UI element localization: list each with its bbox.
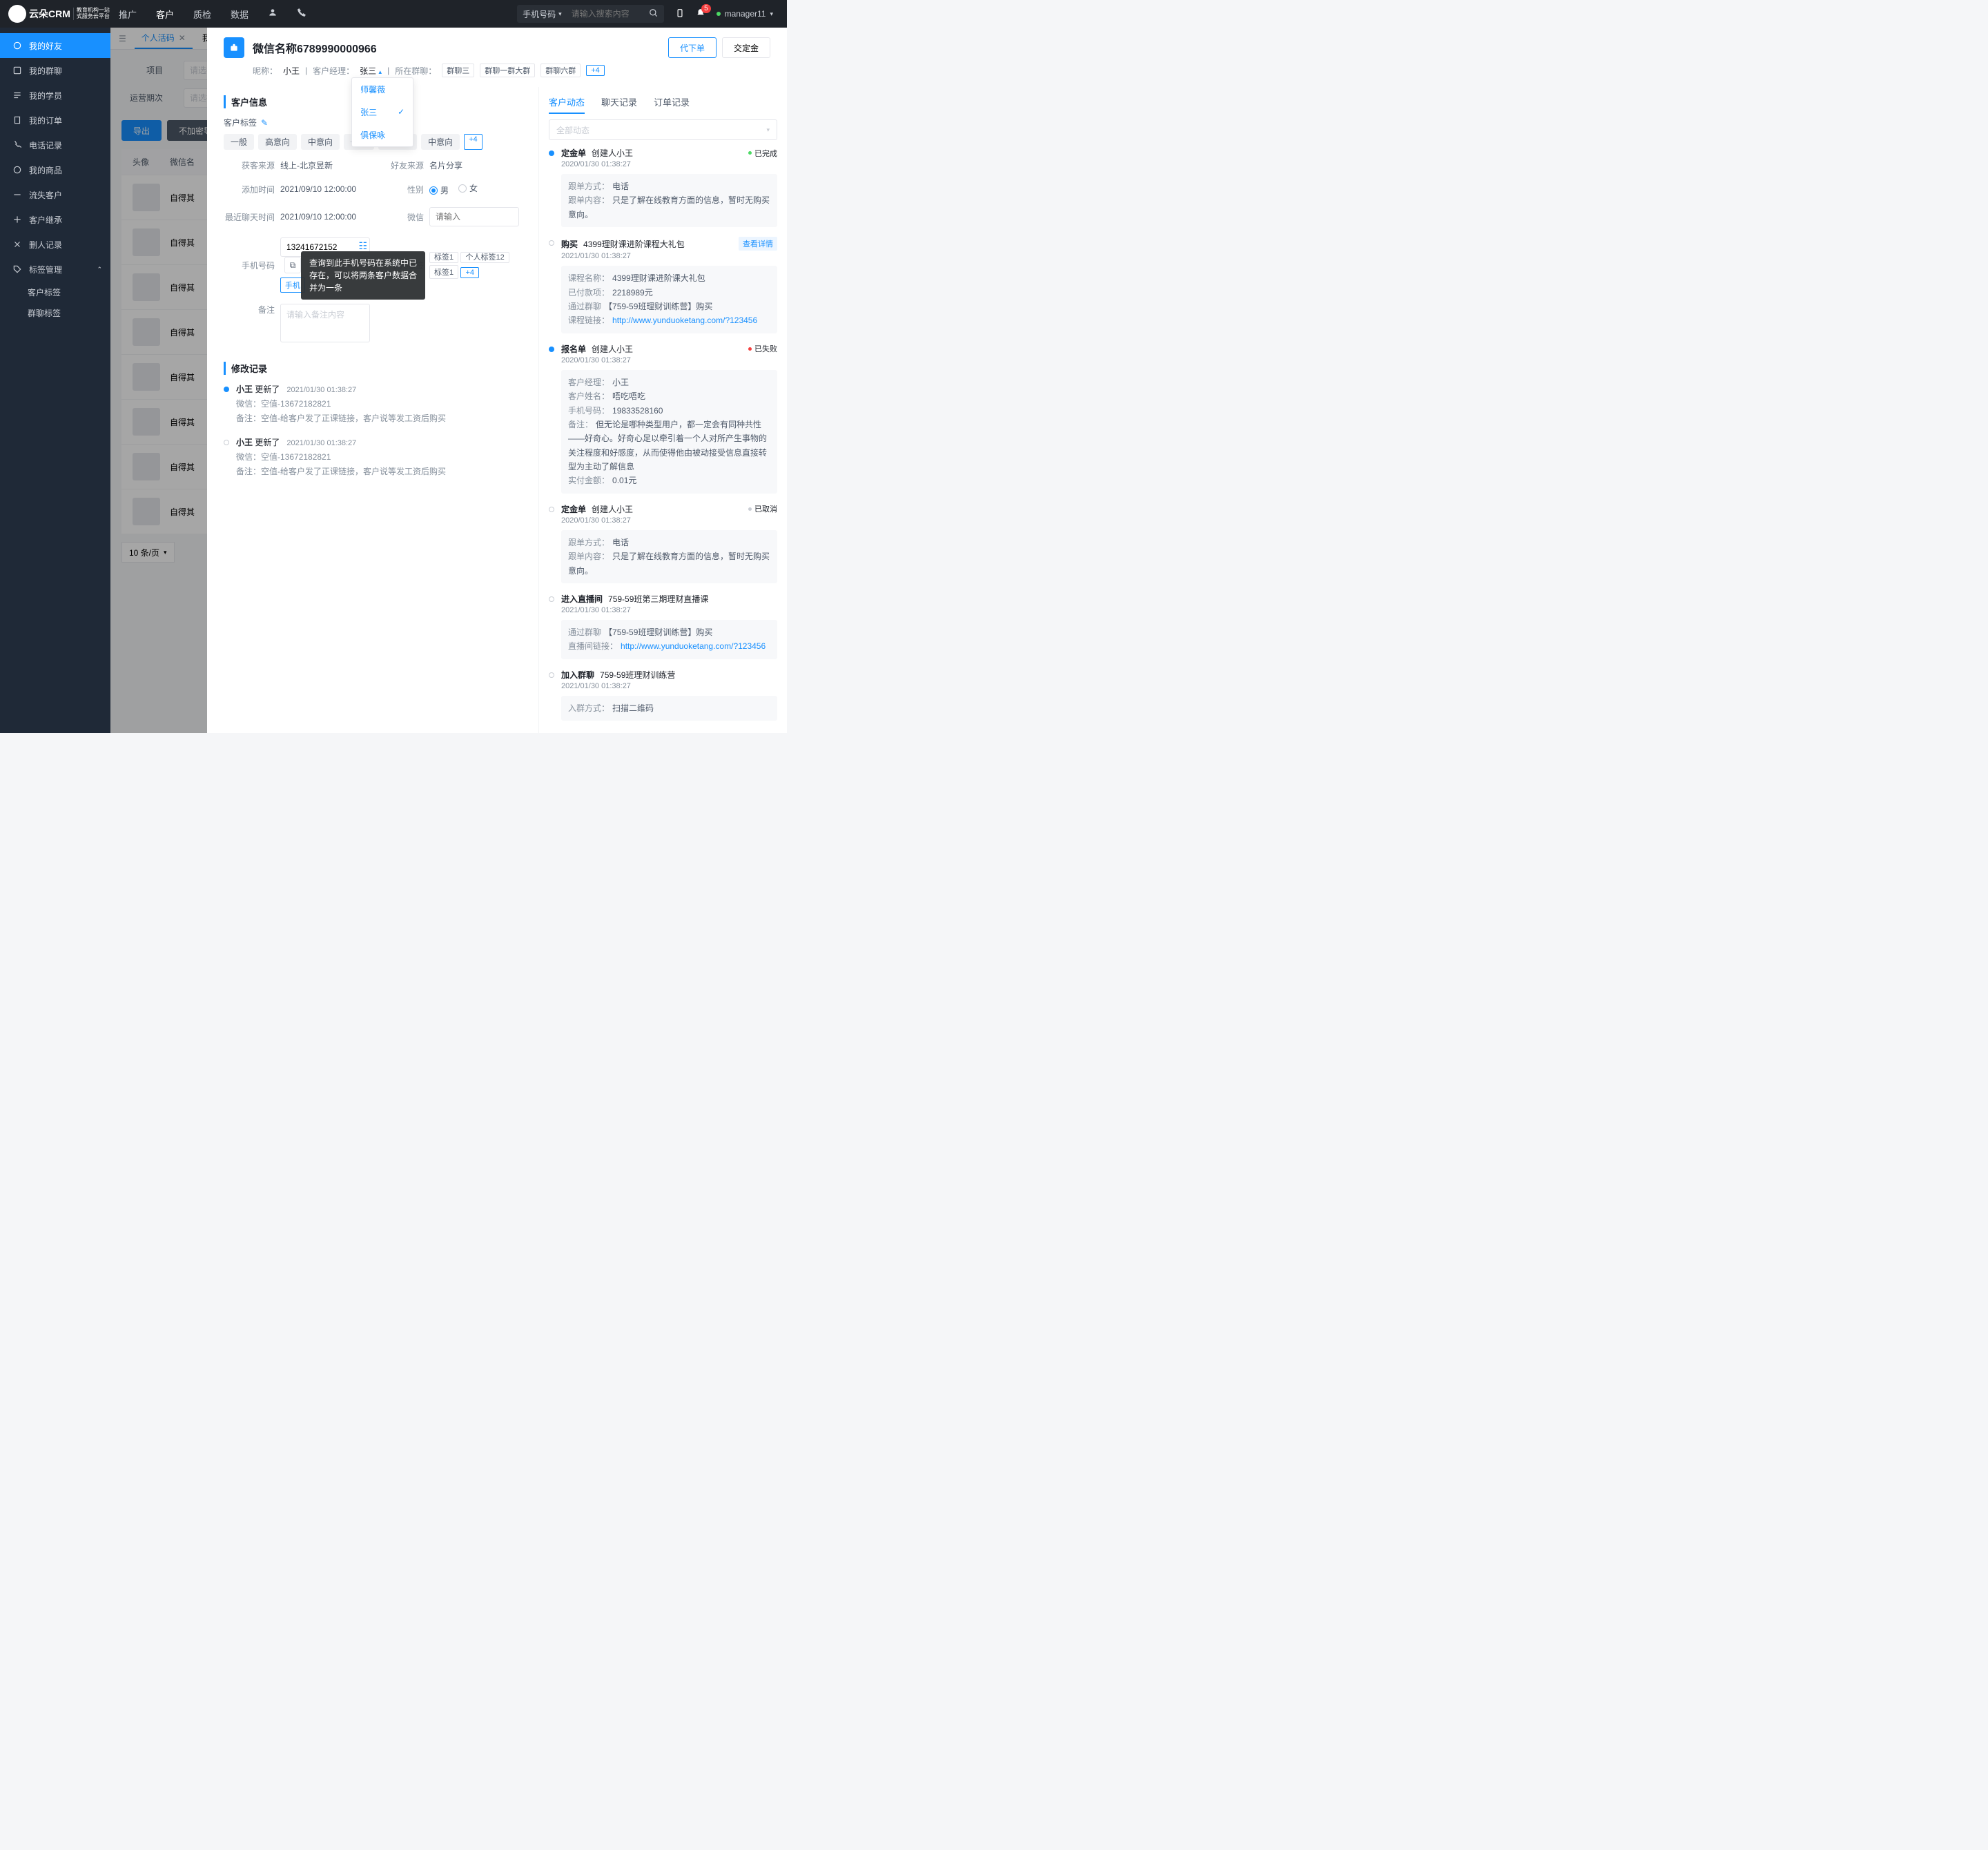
rtab-chat[interactable]: 聊天记录 <box>601 95 637 114</box>
profile-icon <box>224 37 244 58</box>
nav-right: 手机号码▾ 5 manager11▾ <box>517 5 787 23</box>
wechat-input[interactable] <box>429 207 519 226</box>
order-button[interactable]: 代下单 <box>668 37 717 58</box>
tag: 中意向 <box>421 134 460 150</box>
drawer-sub: 昵称：小王| 客户经理： 张三 ▴ 师馨薇 张三✓ 俱保咏 | 所在群聊： 群聊… <box>207 61 787 87</box>
radio-female[interactable]: 女 <box>458 182 478 194</box>
mgr-opt-0[interactable]: 师馨薇 <box>352 78 413 101</box>
nav-promo[interactable]: 推广 <box>119 8 137 21</box>
search-wrap: 手机号码▾ <box>517 5 664 23</box>
manager-popup: 师馨薇 张三✓ 俱保咏 <box>351 77 413 147</box>
remark-input[interactable]: 请输入备注内容 <box>280 304 370 342</box>
side-delete[interactable]: 删人记录 <box>0 232 110 257</box>
side-goods[interactable]: 我的商品 <box>0 157 110 182</box>
mgr-opt-1[interactable]: 张三✓ <box>352 101 413 124</box>
search-icon[interactable] <box>643 8 664 20</box>
rtab-orders[interactable]: 订单记录 <box>654 95 690 114</box>
deposit-button[interactable]: 交定金 <box>722 37 770 58</box>
right-column: 客户动态 聊天记录 订单记录 全部动态▾ 定金单 创建人小王已完成2020/01… <box>538 87 787 733</box>
contacts-icon[interactable]: ☷ <box>358 240 367 252</box>
rtab-activity[interactable]: 客户动态 <box>549 95 585 114</box>
mgr-opt-2[interactable]: 俱保咏 <box>352 124 413 146</box>
tag: 一般 <box>224 134 254 150</box>
user-icon[interactable] <box>268 8 277 21</box>
side-students[interactable]: 我的学员 <box>0 83 110 108</box>
logo-text: 云朵CRM <box>29 7 70 21</box>
edit-icon[interactable]: ✎ <box>261 118 268 128</box>
check-icon: ✓ <box>398 107 405 117</box>
side-inherit[interactable]: 客户继承 <box>0 207 110 232</box>
search-type[interactable]: 手机号码▾ <box>517 8 567 20</box>
copy-icon[interactable]: ⧉ <box>284 257 301 273</box>
side-calls[interactable]: 电话记录 <box>0 133 110 157</box>
side-groups[interactable]: 我的群聊 <box>0 58 110 83</box>
drawer-title: 微信名称6789990000966 <box>253 39 377 56</box>
logo-sub: 教育机构一站式服务云平台 <box>73 8 110 20</box>
right-tabs: 客户动态 聊天记录 订单记录 <box>549 87 777 119</box>
user-menu[interactable]: manager11▾ <box>717 9 773 19</box>
mobile-icon[interactable] <box>675 8 685 20</box>
side-friends[interactable]: 我的好友 <box>0 33 110 58</box>
side-orders[interactable]: 我的订单 <box>0 108 110 133</box>
left-column: 客户信息 客户标签✎ 一般高意向中意向一般高意向中意向+4 获客来源线上-北京昱… <box>207 87 538 733</box>
activity-filter[interactable]: 全部动态▾ <box>549 119 777 140</box>
nav-customer[interactable]: 客户 <box>156 8 174 21</box>
top-nav: 云朵CRM 教育机构一站式服务云平台 推广 客户 质检 数据 手机号码▾ 5 m… <box>0 0 787 28</box>
notif-badge: 5 <box>701 4 711 13</box>
tag: 中意向 <box>301 134 340 150</box>
nav-items: 推广 客户 质检 数据 <box>119 8 306 21</box>
search-input[interactable] <box>567 9 643 19</box>
view-detail[interactable]: 查看详情 <box>739 237 777 251</box>
customer-drawer: 微信名称6789990000966 代下单 交定金 昵称：小王| 客户经理： 张… <box>207 28 787 733</box>
phone-tooltip: 查询到此手机号码在系统中已存在，可以将两条客户数据合并为一条 <box>301 251 425 300</box>
logo-icon <box>8 5 26 23</box>
side-tags[interactable]: 标签管理⌃ <box>0 257 110 282</box>
manager-dropdown[interactable]: 张三 ▴ 师馨薇 张三✓ 俱保咏 <box>360 65 382 77</box>
nav-qc[interactable]: 质检 <box>193 8 211 21</box>
sec-log: 修改记录 <box>224 362 530 375</box>
group-more[interactable]: +4 <box>586 65 605 76</box>
logo: 云朵CRM 教育机构一站式服务云平台 <box>0 5 110 23</box>
radio-male[interactable]: 男 <box>429 184 449 196</box>
sidebar: 我的好友 我的群聊 我的学员 我的订单 电话记录 我的商品 流失客户 客户继承 … <box>0 28 110 733</box>
tag: 高意向 <box>258 134 297 150</box>
tags-more[interactable]: +4 <box>464 134 483 150</box>
nav-data[interactable]: 数据 <box>231 8 248 21</box>
side-lost[interactable]: 流失客户 <box>0 182 110 207</box>
side-sub-ctag[interactable]: 客户标签 <box>0 282 110 302</box>
bell-icon[interactable]: 5 <box>696 8 705 20</box>
phone-icon[interactable] <box>297 8 306 21</box>
side-sub-gtag[interactable]: 群聊标签 <box>0 302 110 323</box>
